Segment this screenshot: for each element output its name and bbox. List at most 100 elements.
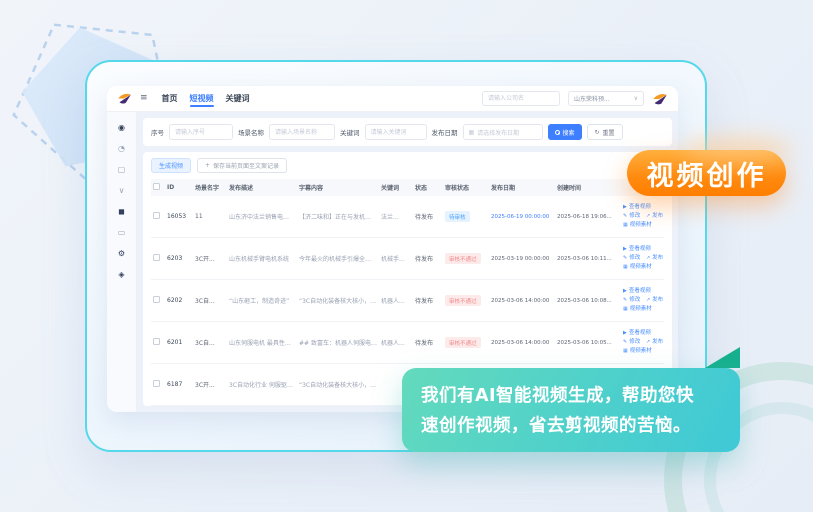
scene-label: 场景名称 [238, 127, 264, 137]
view-video-link[interactable]: 查看视频 [629, 204, 651, 210]
promo-tooltip-line2: 速创作视频，省去剪视频的苦恼。 [421, 411, 721, 441]
refresh-icon: ↻ [595, 129, 600, 136]
material-icon: ▦ [623, 348, 628, 354]
publish-icon: ↗ [646, 255, 650, 261]
network-icon[interactable]: ◈ [118, 271, 124, 279]
column-publish-date: 发布日期 [489, 183, 555, 192]
view-video-link[interactable]: 查看视频 [629, 288, 651, 294]
cell-keyword: 法兰... [379, 212, 413, 221]
select-all-checkbox[interactable] [153, 183, 160, 190]
app-window: ≡ 首页短视频关键词 山东荣科预... ∨ ◉ ◔ ▢ ∨ ◼ ▭ ⚙ ◈ [107, 86, 678, 412]
nav-tab[interactable]: 短视频 [190, 87, 214, 110]
publish-icon: ↗ [646, 213, 650, 219]
cell-status: 待发布 [413, 254, 443, 263]
column-scene-name: 场景名字 [193, 183, 227, 192]
promo-tooltip: 我们有AI智能视频生成，帮助您快 速创作视频，省去剪视频的苦恼。 [402, 368, 740, 452]
cell-id: 6203 [165, 255, 193, 262]
seq-label: 序号 [151, 127, 164, 137]
settings-icon[interactable]: ⚙ [118, 250, 125, 258]
save-page-button[interactable]: + 保存当前页面至文案记录 [197, 158, 287, 173]
cell-status: 待发布 [413, 296, 443, 305]
row-checkbox[interactable] [153, 338, 160, 345]
cell-status: 待发布 [413, 338, 443, 347]
collapse-menu-icon[interactable]: ≡ [140, 94, 148, 103]
cell-publish-date: 2025-03-06 14:00:00 [489, 340, 555, 346]
publish-link[interactable]: 发布 [652, 213, 663, 219]
row-checkbox[interactable] [153, 254, 160, 261]
nav-tab[interactable]: 首页 [162, 87, 178, 110]
table-row: 6201 3C自... 山东伺服电机 最具性价比的 ## 致富车：机器人伺服电机… [151, 322, 664, 364]
generate-video-button[interactable]: 生成视频 [151, 158, 191, 173]
row-checkbox[interactable] [153, 380, 160, 387]
company-search-input[interactable] [482, 91, 560, 106]
material-link[interactable]: 视频素材 [630, 264, 652, 270]
row-checkbox[interactable] [153, 296, 160, 303]
work-icon[interactable]: ◼ [118, 208, 125, 216]
company-select[interactable]: 山东荣科预... ∨ [568, 91, 644, 106]
cell-publish-desc: 山东济中法兰销售电机厂家... [227, 212, 297, 221]
keyword-input[interactable] [365, 124, 427, 140]
cell-publish-date: 2025-03-19 00:00:00 [489, 256, 555, 262]
cell-keyword: 机器人... [379, 296, 413, 305]
date-placeholder: 请选择发布日期 [477, 128, 519, 137]
chevron-down-icon: ∨ [634, 95, 638, 102]
cell-publish-desc: 山东机械手臂电机系统 [227, 254, 297, 263]
cell-scene-name: 3C开... [193, 254, 227, 263]
scene-input[interactable] [269, 124, 335, 140]
app-logo-icon [117, 92, 132, 105]
view-video-link[interactable]: 查看视频 [629, 246, 651, 252]
chevron-down-icon[interactable]: ∨ [119, 187, 125, 195]
cell-publish-desc: 3C自动化行业 伺服驱动电机.. [227, 380, 297, 389]
publish-icon: ↗ [646, 297, 650, 303]
cell-id: 6187 [165, 381, 193, 388]
audit-status-badge: 审核不通过 [445, 295, 481, 306]
feature-badge: 视频创作 [627, 150, 786, 196]
search-button[interactable]: 搜索 [548, 124, 582, 140]
table-row: 16053 11 山东济中法兰销售电机厂家... 【济二味和】正在与发机【济公】… [151, 196, 664, 238]
material-link[interactable]: 视频素材 [630, 306, 652, 312]
sidebar: ◉ ◔ ▢ ∨ ◼ ▭ ⚙ ◈ [107, 112, 137, 412]
cell-scene-name: 3C自... [193, 296, 227, 305]
plus-icon: + [205, 162, 210, 169]
cell-created-time: 2025-06-18 19:06... [555, 214, 621, 220]
audit-status-badge: 待审核 [445, 211, 470, 222]
publish-link[interactable]: 发布 [652, 339, 663, 345]
feature-badge-label: 视频创作 [647, 154, 767, 193]
edit-link[interactable]: 修改 [629, 339, 640, 345]
cell-keyword: 机械手... [379, 254, 413, 263]
material-link[interactable]: 视频素材 [630, 222, 652, 228]
audit-status-badge: 审核不通过 [445, 253, 481, 264]
promo-tooltip-line1: 我们有AI智能视频生成，帮助您快 [421, 381, 721, 411]
package-icon[interactable]: ▢ [118, 166, 126, 174]
cell-id: 6202 [165, 297, 193, 304]
promo-page: ≡ 首页短视频关键词 山东荣科预... ∨ ◉ ◔ ▢ ∨ ◼ ▭ ⚙ ◈ [0, 0, 813, 512]
view-video-link[interactable]: 查看视频 [629, 330, 651, 336]
edit-link[interactable]: 修改 [629, 255, 640, 261]
monitor-icon[interactable]: ▭ [118, 229, 126, 237]
material-link[interactable]: 视频素材 [630, 348, 652, 354]
table-row: 6203 3C开... 山东机械手臂电机系统 今年最火的机械手引爆全场电机...… [151, 238, 664, 280]
history-icon[interactable]: ◔ [118, 145, 125, 153]
row-actions: ▶查看视频 ✎修改 ↗发布 ▦视频素材 [621, 203, 667, 229]
edit-link[interactable]: 修改 [629, 213, 640, 219]
table-row: 6202 3C自... “山东砸工，制造奇迹” “3C自动化装备核大核小，但..… [151, 280, 664, 322]
nav-tab[interactable]: 关键词 [226, 87, 250, 110]
edit-icon: ✎ [623, 339, 627, 345]
column-audit-status: 审核状态 [443, 183, 489, 192]
row-checkbox[interactable] [153, 212, 160, 219]
seq-input[interactable] [169, 124, 233, 140]
calendar-icon: ▦ [469, 129, 475, 136]
publish-link[interactable]: 发布 [652, 255, 663, 261]
cell-id: 6201 [165, 339, 193, 346]
audience-icon[interactable]: ◉ [118, 124, 125, 132]
play-video-icon: ▶ [623, 246, 627, 252]
publish-link[interactable]: 发布 [652, 297, 663, 303]
edit-link[interactable]: 修改 [629, 297, 640, 303]
tooltip-fold-corner [705, 347, 740, 368]
cell-subtitle: “3C自动化装备核大核小，但... [297, 380, 379, 389]
cell-scene-name: 3C开... [193, 380, 227, 389]
cell-subtitle: 【济二味和】正在与发机【济公】新... 法二味... [297, 212, 379, 221]
date-picker[interactable]: ▦ 请选择发布日期 [463, 124, 543, 140]
material-icon: ▦ [623, 264, 628, 270]
reset-button[interactable]: ↻ 重置 [587, 124, 623, 140]
